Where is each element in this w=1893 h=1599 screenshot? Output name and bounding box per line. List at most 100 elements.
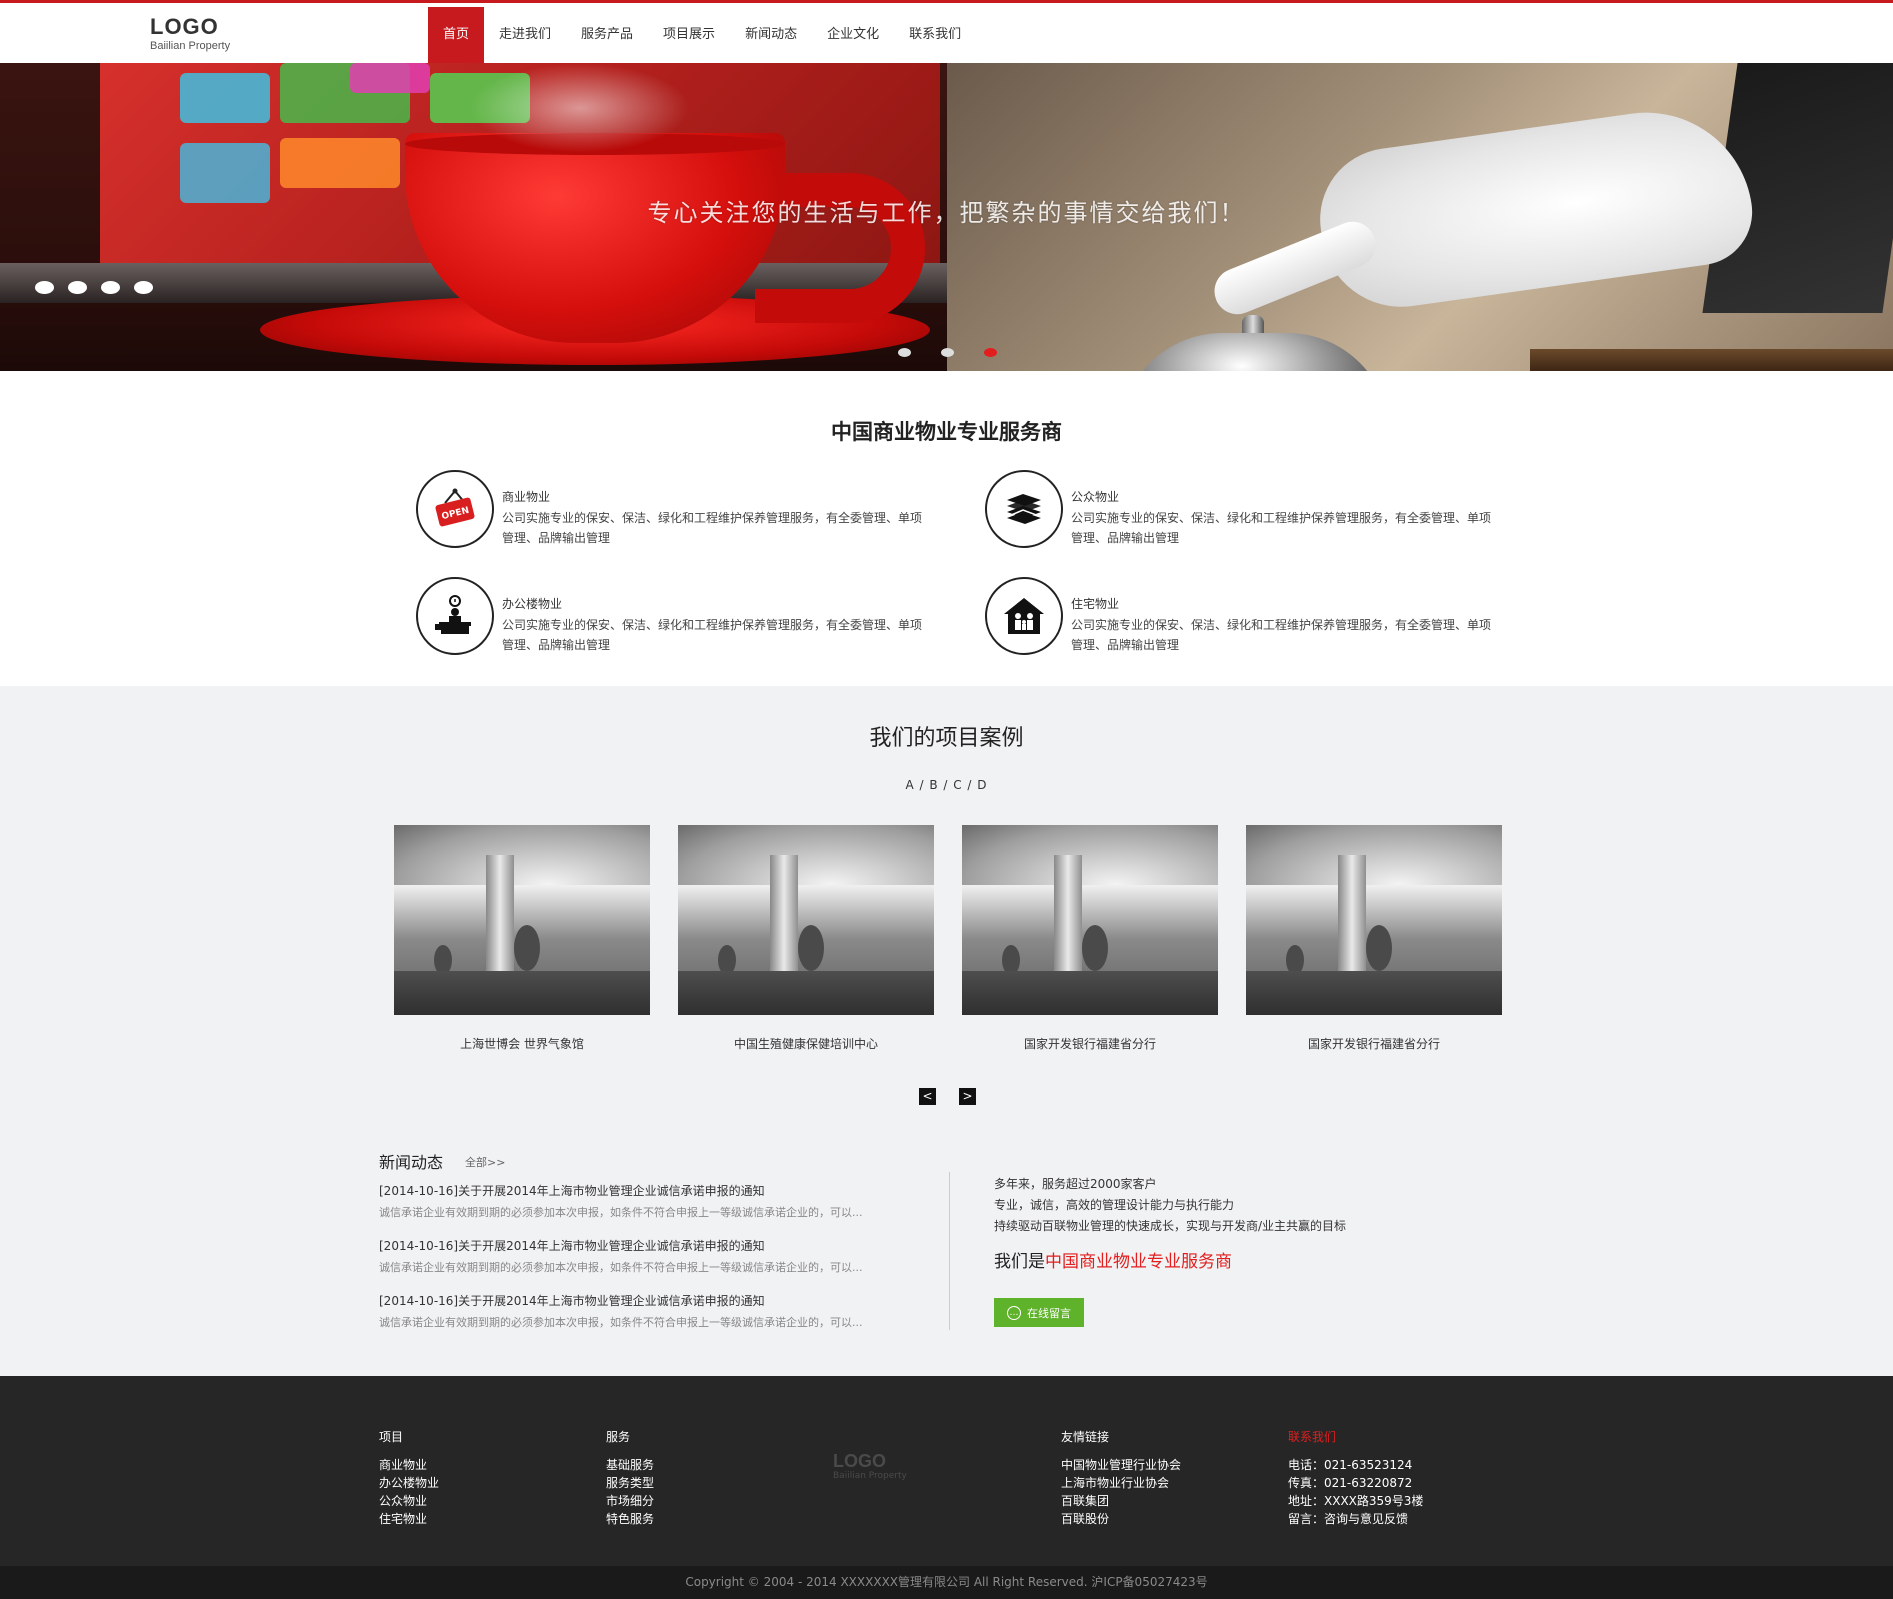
footer-col-projects: 项目 商业物业 办公楼物业 公众物业 住宅物业 bbox=[379, 1428, 439, 1528]
service-name: 住宅物业 bbox=[1071, 597, 1120, 611]
contact-feedback[interactable]: 留言：咨询与意见反馈 bbox=[1288, 1510, 1423, 1528]
footer-heading: 联系我们 bbox=[1288, 1430, 1337, 1444]
nav-culture[interactable]: 企业文化 bbox=[812, 7, 894, 63]
logo[interactable]: LOGO Baiilian Property bbox=[150, 15, 230, 53]
project-label: 国家开发银行福建省分行 bbox=[1307, 1037, 1440, 1051]
slider-dots-left bbox=[35, 281, 153, 294]
news-headline[interactable]: [2014-10-16]关于开展2014年上海市物业管理企业诚信承诺申报的通知 bbox=[379, 1182, 909, 1200]
footer-link[interactable]: 百联集团 bbox=[1061, 1492, 1181, 1510]
banner-slogan: 专心关注您的生活与工作，把繁杂的事情交给我们！ bbox=[647, 199, 1246, 227]
footer-heading: 友情链接 bbox=[1061, 1430, 1110, 1444]
news-headline[interactable]: [2014-10-16]关于开展2014年上海市物业管理企业诚信承诺申报的通知 bbox=[379, 1292, 909, 1310]
service-commercial[interactable]: OPEN 商业物业 公司实施专业的保安、保洁、绿化和工程维护保养管理服务，有全委… bbox=[416, 470, 922, 555]
news-summary: 诚信承诺企业有效期到期的必须参加本次申报，如条件不符合申报上一等级诚信承诺企业的… bbox=[379, 1261, 863, 1274]
footer-link[interactable]: 特色服务 bbox=[606, 1510, 654, 1528]
slider-dots-bottom bbox=[898, 348, 997, 357]
service-residential[interactable]: 住宅物业 公司实施专业的保安、保洁、绿化和工程维护保养管理服务，有全委管理、单项… bbox=[985, 577, 1491, 662]
project-card[interactable]: 上海世博会 世界气象馆 bbox=[394, 825, 650, 1052]
contact-phone: 电话：021-63523124 bbox=[1288, 1458, 1413, 1472]
nav-home[interactable]: 首页 bbox=[428, 7, 485, 63]
footer-heading: 服务 bbox=[606, 1430, 631, 1444]
news-more-link[interactable]: 全部>> bbox=[465, 1154, 505, 1170]
nav-contact[interactable]: 联系我们 bbox=[894, 7, 976, 63]
nav-projects[interactable]: 项目展示 bbox=[648, 7, 730, 63]
slider-dot[interactable] bbox=[68, 281, 87, 294]
footer-link[interactable]: 基础服务 bbox=[606, 1456, 654, 1474]
project-card[interactable]: 国家开发银行福建省分行 bbox=[962, 825, 1218, 1052]
footer-link[interactable]: 办公楼物业 bbox=[379, 1474, 439, 1492]
slider-dot[interactable] bbox=[35, 281, 54, 294]
hero-banner: 专心关注您的生活与工作，把繁杂的事情交给我们！ bbox=[0, 63, 1893, 371]
slide-indicator-2[interactable] bbox=[941, 348, 954, 357]
news-summary: 诚信承诺企业有效期到期的必须参加本次申报，如条件不符合申报上一等级诚信承诺企业的… bbox=[379, 1206, 863, 1219]
projects-title: 我们的项目案例 bbox=[869, 726, 1024, 751]
service-public[interactable]: 公众物业 公司实施专业的保安、保洁、绿化和工程维护保养管理服务，有全委管理、单项… bbox=[985, 470, 1491, 555]
footer-link[interactable]: 市场细分 bbox=[606, 1492, 654, 1510]
service-desc: 公司实施专业的保安、保洁、绿化和工程维护保养管理服务，有全委管理、单项管理、品牌… bbox=[502, 511, 923, 545]
about-text: 多年来，服务超过2000家客户 专业，诚信，高效的管理设计能力与执行能力 持续驱… bbox=[994, 1174, 1346, 1237]
about-line: 专业，诚信，高效的管理设计能力与执行能力 bbox=[994, 1198, 1235, 1212]
news-title: 新闻动态 bbox=[379, 1153, 444, 1172]
service-name: 公众物业 bbox=[1071, 490, 1120, 504]
news-item[interactable]: [2014-10-16]关于开展2014年上海市物业管理企业诚信承诺申报的通知 … bbox=[379, 1182, 909, 1222]
news-item[interactable]: [2014-10-16]关于开展2014年上海市物业管理企业诚信承诺申报的通知 … bbox=[379, 1237, 909, 1277]
service-desc: 公司实施专业的保安、保洁、绿化和工程维护保养管理服务，有全委管理、单项管理、品牌… bbox=[1071, 511, 1492, 545]
steam-image bbox=[470, 63, 690, 153]
copyright: Copyright © 2004 - 2014 XXXXXXX管理有限公司 Al… bbox=[0, 1566, 1893, 1599]
nav-news[interactable]: 新闻动态 bbox=[730, 7, 812, 63]
footer-col-services: 服务 基础服务 服务类型 市场细分 特色服务 bbox=[606, 1428, 654, 1528]
divider bbox=[949, 1172, 950, 1330]
slider-dot[interactable] bbox=[101, 281, 120, 294]
office-desk-icon bbox=[416, 577, 494, 655]
project-label: 上海世博会 世界气象馆 bbox=[460, 1037, 584, 1051]
footer-link[interactable]: 商业物业 bbox=[379, 1456, 439, 1474]
footer-link[interactable]: 住宅物业 bbox=[379, 1510, 439, 1528]
footer: 项目 商业物业 办公楼物业 公众物业 住宅物业 服务 基础服务 服务类型 市场细… bbox=[0, 1376, 1893, 1566]
footer-heading: 项目 bbox=[379, 1430, 404, 1444]
news-summary: 诚信承诺企业有效期到期的必须参加本次申报，如条件不符合申报上一等级诚信承诺企业的… bbox=[379, 1316, 863, 1329]
projects-filter[interactable]: A / B / C / D bbox=[0, 778, 1893, 792]
footer-logo: LOGO Baiilian Property bbox=[833, 1451, 907, 1481]
footer-logo-subtitle: Baiilian Property bbox=[833, 1471, 907, 1481]
logo-subtitle: Baiilian Property bbox=[150, 40, 231, 52]
project-image bbox=[394, 825, 650, 1015]
services-section: 中国商业物业专业服务商 OPEN 商业物业 公司实施专业的保安、保洁、绿化和工程… bbox=[0, 371, 1893, 686]
project-card[interactable]: 国家开发银行福建省分行 bbox=[1246, 825, 1502, 1052]
service-office[interactable]: 办公楼物业 公司实施专业的保安、保洁、绿化和工程维护保养管理服务，有全委管理、单… bbox=[416, 577, 922, 662]
project-card[interactable]: 中国生殖健康保健培训中心 bbox=[678, 825, 934, 1052]
online-message-button[interactable]: … 在线留言 bbox=[994, 1298, 1084, 1327]
footer-link[interactable]: 服务类型 bbox=[606, 1474, 654, 1492]
project-label: 中国生殖健康保健培训中心 bbox=[733, 1037, 878, 1051]
about-line: 多年来，服务超过2000家客户 bbox=[994, 1177, 1157, 1191]
project-image bbox=[1246, 825, 1502, 1015]
nav-about[interactable]: 走进我们 bbox=[484, 7, 566, 63]
project-image bbox=[962, 825, 1218, 1015]
slide-indicator-3[interactable] bbox=[984, 348, 997, 357]
slider-dot[interactable] bbox=[134, 281, 153, 294]
footer-link[interactable]: 百联股份 bbox=[1061, 1510, 1181, 1528]
services-title: 中国商业物业专业服务商 bbox=[831, 420, 1062, 444]
project-image bbox=[678, 825, 934, 1015]
about-slogan: 我们是中国商业物业专业服务商 bbox=[994, 1247, 1232, 1272]
slide-indicator-1[interactable] bbox=[898, 348, 911, 357]
documents-icon bbox=[985, 470, 1063, 548]
footer-link[interactable]: 公众物业 bbox=[379, 1492, 439, 1510]
chat-bubble-icon: … bbox=[1007, 1305, 1021, 1320]
open-sign-icon: OPEN bbox=[416, 470, 494, 548]
logo-text: LOGO bbox=[150, 14, 219, 39]
prev-arrow-button[interactable]: < bbox=[919, 1088, 936, 1105]
nav-services[interactable]: 服务产品 bbox=[566, 7, 648, 63]
wood-desk-image bbox=[1530, 349, 1893, 371]
footer-link[interactable]: 上海市物业行业协会 bbox=[1061, 1474, 1181, 1492]
service-name: 商业物业 bbox=[502, 490, 551, 504]
footer-logo-text: LOGO bbox=[833, 1451, 886, 1471]
service-name: 办公楼物业 bbox=[502, 597, 563, 611]
news-item[interactable]: [2014-10-16]关于开展2014年上海市物业管理企业诚信承诺申报的通知 … bbox=[379, 1292, 909, 1332]
footer-link[interactable]: 中国物业管理行业协会 bbox=[1061, 1456, 1181, 1474]
service-desc: 公司实施专业的保安、保洁、绿化和工程维护保养管理服务，有全委管理、单项管理、品牌… bbox=[1071, 618, 1492, 652]
next-arrow-button[interactable]: > bbox=[959, 1088, 976, 1105]
news-headline[interactable]: [2014-10-16]关于开展2014年上海市物业管理企业诚信承诺申报的通知 bbox=[379, 1237, 909, 1255]
button-label: 在线留言 bbox=[1027, 1306, 1071, 1320]
projects-section: 我们的项目案例 A / B / C / D 上海世博会 世界气象馆 中国生殖健康… bbox=[0, 686, 1893, 1376]
about-line: 持续驱动百联物业管理的快速成长，实现与开发商/业主共赢的目标 bbox=[994, 1219, 1347, 1233]
